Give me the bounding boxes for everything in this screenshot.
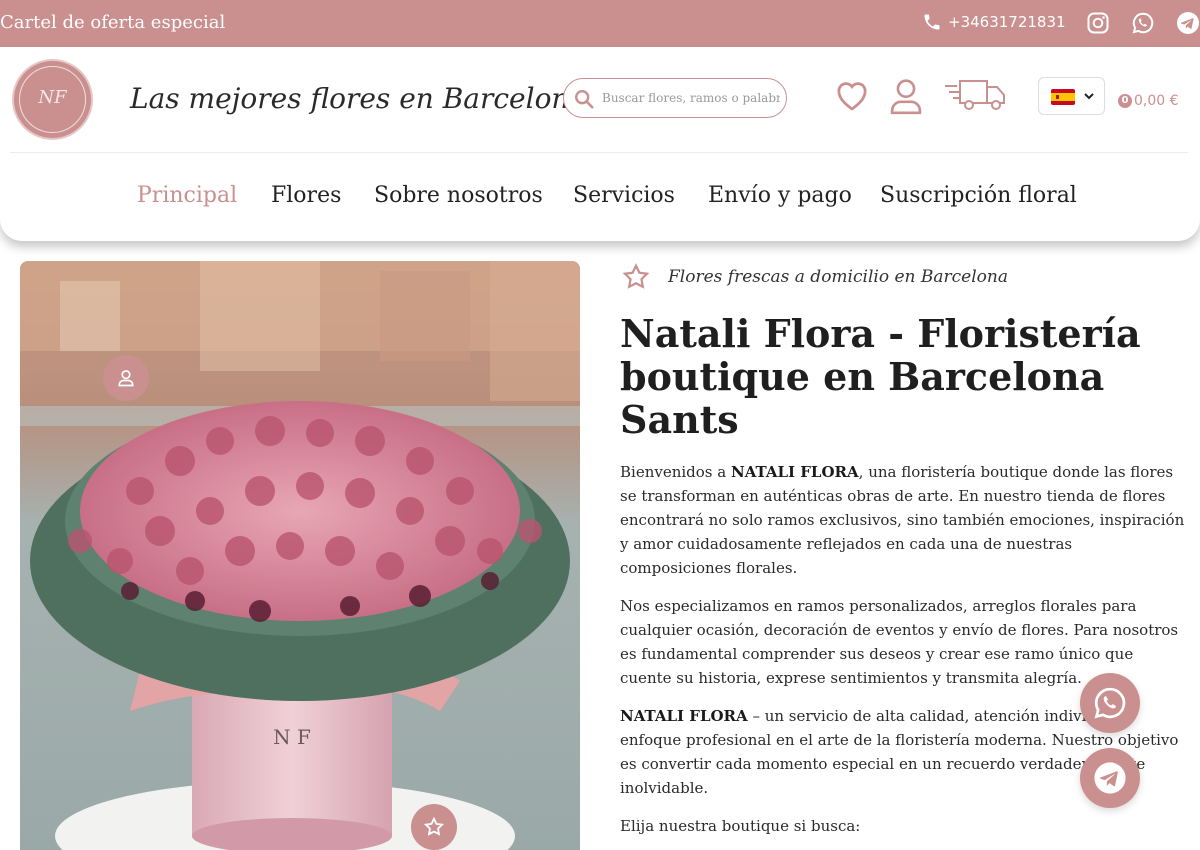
whatsapp-icon: [1094, 687, 1126, 719]
language-selector[interactable]: [1038, 77, 1105, 115]
brand-logo[interactable]: NF: [12, 59, 93, 140]
promo-text: Cartel de oferta especial: [0, 12, 226, 33]
hero-favorite-button[interactable]: [411, 804, 457, 850]
spain-flag-icon: [1051, 89, 1075, 105]
promo-bar: Cartel de oferta especial +34631721831: [0, 0, 1200, 47]
phone-link[interactable]: +34631721831: [922, 12, 1066, 32]
nav-item-flores[interactable]: Flores: [271, 183, 341, 208]
page-title: Natali Flora - Floristería boutique en B…: [620, 311, 1141, 442]
chevron-down-icon: [1084, 93, 1094, 100]
main-nav: Principal Flores Sobre nosotros Servicio…: [0, 183, 1200, 215]
telegram-icon: [1094, 762, 1126, 794]
choose-paragraph: Elija nuestra boutique si busca:: [620, 817, 861, 835]
cart-count: 0: [1118, 94, 1132, 108]
intro-paragraph: Bienvenidos a NATALI FLORA, una floriste…: [620, 460, 1186, 580]
search-box[interactable]: [563, 78, 787, 118]
site-tagline: Las mejores flores en Barcelona: [130, 82, 587, 115]
logo-monogram: NF: [38, 87, 67, 108]
brand-name: NATALI FLORA: [620, 707, 748, 725]
cart-link[interactable]: 0 0,00 €: [1118, 93, 1179, 109]
eyebrow: Flores frescas a domicilio en Barcelona: [620, 262, 1008, 292]
hero-image: N F: [20, 261, 580, 850]
hero-user-button[interactable]: [103, 355, 149, 401]
whatsapp-float-button[interactable]: [1080, 673, 1140, 733]
eyebrow-text: Flores frescas a domicilio en Barcelona: [668, 267, 1008, 287]
user-icon[interactable]: [888, 77, 924, 115]
instagram-icon[interactable]: [1086, 11, 1110, 35]
box-monogram: N F: [273, 725, 311, 749]
nav-item-sobre-nosotros[interactable]: Sobre nosotros: [374, 183, 543, 208]
intro-lead: Bienvenidos a: [620, 463, 731, 481]
nav-item-suscripcion-floral[interactable]: Suscripción floral: [880, 183, 1077, 208]
user-icon: [118, 370, 134, 387]
whatsapp-icon[interactable]: [1131, 11, 1155, 35]
nav-item-principal[interactable]: Principal: [137, 183, 237, 208]
nav-item-servicios[interactable]: Servicios: [573, 183, 675, 208]
phone-icon: [924, 14, 940, 30]
brand-name: NATALI FLORA: [730, 463, 859, 481]
heart-icon[interactable]: [833, 78, 871, 112]
header-divider: [10, 152, 1188, 153]
search-input[interactable]: [602, 87, 780, 109]
cart-total: 0,00 €: [1134, 93, 1179, 109]
telegram-icon[interactable]: [1176, 11, 1200, 35]
bouquet-photo: N F: [20, 261, 580, 850]
delivery-truck-icon[interactable]: [943, 77, 1007, 113]
site-header: NF Las mejores flores en Barcelona 0 0,0…: [0, 47, 1200, 241]
phone-number: +34631721831: [948, 13, 1066, 31]
telegram-float-button[interactable]: [1080, 748, 1140, 808]
search-icon[interactable]: [573, 88, 595, 110]
star-icon: [622, 263, 650, 289]
star-icon: [423, 816, 445, 836]
nav-item-envio-y-pago[interactable]: Envío y pago: [708, 183, 852, 208]
